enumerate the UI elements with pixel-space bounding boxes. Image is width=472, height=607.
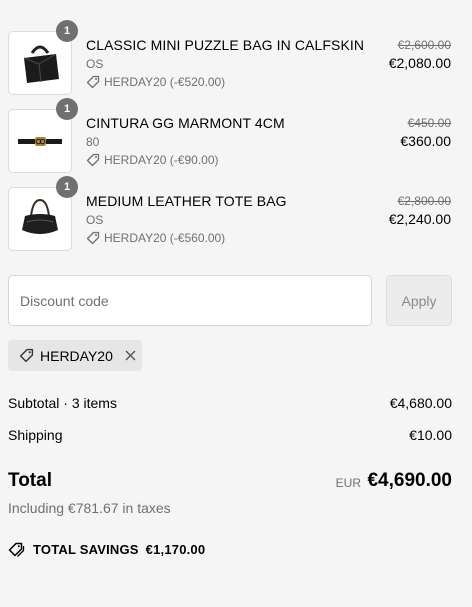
item-discount: HERDAY20 (-€520.00): [86, 75, 225, 89]
line-item: 1 MEDIUM LEATHER TOTE BAG OS HERDAY20 (-…: [0, 176, 472, 253]
quantity-badge: 1: [56, 20, 78, 42]
applied-discount-chip: HERDAY20: [8, 340, 142, 371]
original-price: €450.00: [407, 116, 451, 130]
taxes-note: Including €781.67 in taxes: [8, 500, 171, 516]
quantity-badge: 1: [56, 98, 78, 120]
item-title: MEDIUM LEATHER TOTE BAG: [86, 193, 287, 209]
savings-tag-icon: [8, 542, 25, 557]
total-value: €4,690.00: [367, 470, 452, 491]
puzzle-bag-image: [23, 45, 59, 83]
original-price: €2,600.00: [397, 38, 451, 52]
discount-code-input[interactable]: [8, 275, 372, 326]
apply-button[interactable]: Apply: [386, 275, 452, 326]
tag-icon: [86, 153, 100, 167]
item-discount-label: HERDAY20 (-€520.00): [104, 75, 226, 89]
item-title: CINTURA GG MARMONT 4CM: [86, 115, 285, 131]
final-price: €2,080.00: [388, 55, 451, 71]
line-item: 1 CLASSIC MINI PUZZLE BAG IN CALFSKIN OS…: [0, 20, 472, 97]
item-discount-label: HERDAY20 (-€90.00): [104, 153, 219, 167]
original-price: €2,800.00: [397, 194, 451, 208]
item-discount-label: HERDAY20 (-€560.00): [104, 231, 226, 245]
applied-discount-code: HERDAY20: [40, 347, 113, 364]
total-currency: EUR: [335, 476, 361, 490]
close-icon[interactable]: [125, 350, 136, 361]
final-price: €360.00: [400, 133, 451, 149]
order-summary: 1 CLASSIC MINI PUZZLE BAG IN CALFSKIN OS…: [0, 0, 472, 607]
item-variant: 80: [86, 135, 100, 149]
tag-icon: [19, 348, 34, 363]
total-savings-amount: €1,170.00: [145, 542, 206, 557]
tote-bag-image: [22, 198, 58, 234]
shipping-value: €10.00: [409, 427, 452, 443]
tag-icon: [86, 75, 100, 89]
tag-icon: [86, 231, 100, 245]
shipping-label: Shipping: [8, 427, 63, 443]
item-discount: HERDAY20 (-€560.00): [86, 231, 225, 245]
quantity-badge: 1: [56, 176, 78, 198]
subtotal-label: Subtotal · 3 items: [8, 395, 117, 411]
remove-discount-button[interactable]: [125, 350, 136, 361]
total-label: Total: [8, 470, 52, 491]
belt-image: [18, 137, 62, 146]
total-savings: TOTAL SAVINGS €1,170.00: [8, 542, 205, 557]
subtotal-value: €4,680.00: [389, 395, 452, 411]
item-discount: HERDAY20 (-€90.00): [86, 153, 219, 167]
line-item: 1 CINTURA GG MARMONT 4CM 80 HERDAY20 (-€…: [0, 98, 472, 175]
final-price: €2,240.00: [388, 211, 451, 227]
item-title: CLASSIC MINI PUZZLE BAG IN CALFSKIN: [86, 37, 365, 53]
item-variant: OS: [86, 57, 104, 71]
total-savings-label: TOTAL SAVINGS: [33, 542, 139, 557]
item-variant: OS: [86, 213, 104, 227]
